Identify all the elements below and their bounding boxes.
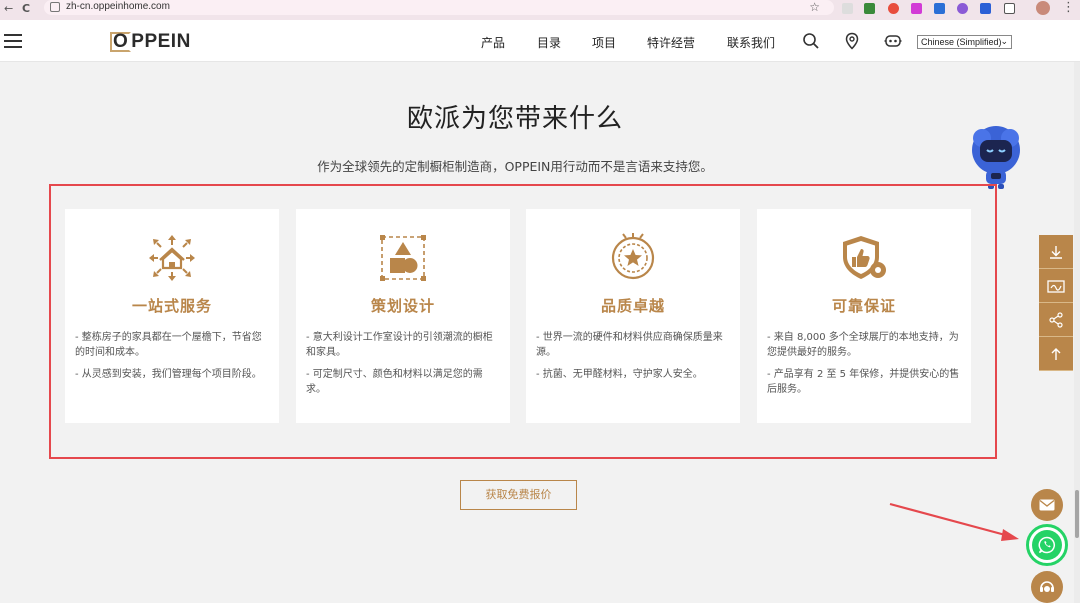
browser-menu-icon[interactable]: ⋮ <box>1062 0 1075 15</box>
card-desc-line: - 可定制尺寸、颜色和材料以满足您的需求。 <box>306 369 483 395</box>
mail-icon <box>1039 499 1055 511</box>
nav-products[interactable]: 产品 <box>481 34 505 51</box>
section-title: 欧派为您带来什么 <box>406 104 623 134</box>
chevron-down-icon: ⌄ <box>1000 36 1008 46</box>
browser-toolbar: ← C zh-cn.oppeinhome.com ☆ ⋮ <box>0 0 1080 20</box>
page-scrollbar[interactable] <box>1074 62 1080 603</box>
location-pin-icon[interactable] <box>843 32 861 50</box>
arrow-up-icon <box>1051 347 1061 360</box>
qr-extension-icon[interactable] <box>842 3 853 14</box>
scrollbar-thumb[interactable] <box>1075 490 1079 538</box>
oppein-logo[interactable]: O PPEIN <box>110 31 191 53</box>
back-icon[interactable]: ← <box>4 2 13 15</box>
extensions-puzzle-icon[interactable] <box>1004 3 1015 14</box>
card-title: 品质卓越 <box>600 297 665 315</box>
url-text: zh-cn.oppeinhome.com <box>66 1 170 12</box>
house-arrows-icon <box>149 235 195 281</box>
card-description: - 整栋房子的家具都在一个屋檐下，节省您的时间和成本。 - 从灵感到安装，我们管… <box>75 330 269 389</box>
site-header: O PPEIN 产品 目录 项目 特许经营 联系我们 Chinese (Simpl… <box>0 20 1080 62</box>
shield-thumbs-up-icon <box>843 236 886 279</box>
whatsapp-button[interactable] <box>1026 524 1068 566</box>
site-info-icon[interactable] <box>50 2 60 12</box>
card-description: - 来自 8,000 多个全球展厅的本地支持，为您提供最好的服务。 - 产品享有… <box>767 330 961 404</box>
annotation-arrow-icon <box>889 502 1019 541</box>
signature-button[interactable] <box>1039 269 1073 303</box>
whatsapp-icon <box>1038 536 1056 554</box>
card-desc-line: - 来自 8,000 多个全球展厅的本地支持，为您提供最好的服务。 <box>767 332 959 358</box>
nav-franchise[interactable]: 特许经营 <box>647 34 695 51</box>
nav-contact[interactable]: 联系我们 <box>727 34 775 51</box>
share-button[interactable] <box>1039 303 1073 337</box>
extension-icon[interactable] <box>864 3 875 14</box>
back-to-top-button[interactable] <box>1039 337 1073 371</box>
search-icon[interactable] <box>802 32 820 50</box>
feature-card-quality: 品质卓越 - 世界一流的硬件和材料供应商确保质量来源。 - 抗菌、无甲醛材料，守… <box>526 209 740 423</box>
language-value: Chinese (Simplified) <box>921 37 1002 47</box>
card-title: 可靠保证 <box>831 297 896 315</box>
address-bar[interactable]: zh-cn.oppeinhome.com ☆ <box>44 0 834 15</box>
email-button[interactable] <box>1031 489 1063 521</box>
card-desc-line: - 整栋房子的家具都在一个屋檐下，节省您的时间和成本。 <box>75 332 262 358</box>
nav-catalog[interactable]: 目录 <box>537 34 561 51</box>
card-description: - 意大利设计工作室设计的引领潮流的橱柜和家具。 - 可定制尺寸、颜色和材料以满… <box>306 330 500 404</box>
quality-medal-icon <box>611 233 655 280</box>
card-desc-line: - 世界一流的硬件和材料供应商确保质量来源。 <box>536 332 723 358</box>
download-button[interactable] <box>1039 235 1073 269</box>
extension-icon[interactable] <box>911 3 922 14</box>
card-desc-line: - 产品享有 2 至 5 年保修，并提供安心的售后服务。 <box>767 369 960 395</box>
design-shapes-icon <box>380 235 426 281</box>
reload-icon[interactable]: C <box>22 2 30 15</box>
share-icon <box>1049 311 1063 328</box>
download-icon <box>1050 245 1062 259</box>
download-extension-icon[interactable] <box>934 3 945 14</box>
card-title: 策划设计 <box>370 297 435 315</box>
hamburger-menu-icon[interactable] <box>4 34 22 48</box>
feature-card-one-stop: 一站式服务 - 整栋房子的家具都在一个屋檐下，节省您的时间和成本。 - 从灵感到… <box>65 209 279 423</box>
nav-projects[interactable]: 项目 <box>592 34 616 51</box>
robot-assistant-icon[interactable] <box>966 124 1026 190</box>
get-free-quote-button[interactable]: 获取免费报价 <box>460 480 577 510</box>
card-desc-line: - 抗菌、无甲醛材料，守护家人安全。 <box>536 369 703 380</box>
customer-service-button[interactable] <box>1031 571 1063 603</box>
language-select[interactable]: Chinese (Simplified) ⌄ <box>917 35 1012 49</box>
card-desc-line: - 从灵感到安装，我们管理每个项目阶段。 <box>75 369 262 380</box>
feature-card-design: 策划设计 - 意大利设计工作室设计的引领潮流的橱柜和家具。 - 可定制尺寸、颜色… <box>296 209 510 423</box>
star-icon[interactable]: ☆ <box>809 0 820 14</box>
signature-icon <box>1047 279 1065 293</box>
extension-icon[interactable] <box>888 3 899 14</box>
customer-service-icon <box>1040 581 1054 592</box>
card-desc-line: - 意大利设计工作室设计的引领潮流的橱柜和家具。 <box>306 332 493 358</box>
extension-icon[interactable] <box>957 3 968 14</box>
profile-avatar[interactable] <box>1036 1 1050 15</box>
feature-card-guarantee: 可靠保证 - 来自 8,000 多个全球展厅的本地支持，为您提供最好的服务。 -… <box>757 209 971 423</box>
section-subtitle: 作为全球领先的定制橱柜制造商，OPPEIN用行动而不是言语来支持您。 <box>317 159 713 174</box>
whatsapp-badge <box>1032 530 1062 560</box>
extension-icon[interactable] <box>980 3 991 14</box>
card-title: 一站式服务 <box>131 297 212 315</box>
card-description: - 世界一流的硬件和材料供应商确保质量来源。 - 抗菌、无甲醛材料，守护家人安全… <box>536 330 730 389</box>
chatbot-icon[interactable] <box>884 32 902 50</box>
